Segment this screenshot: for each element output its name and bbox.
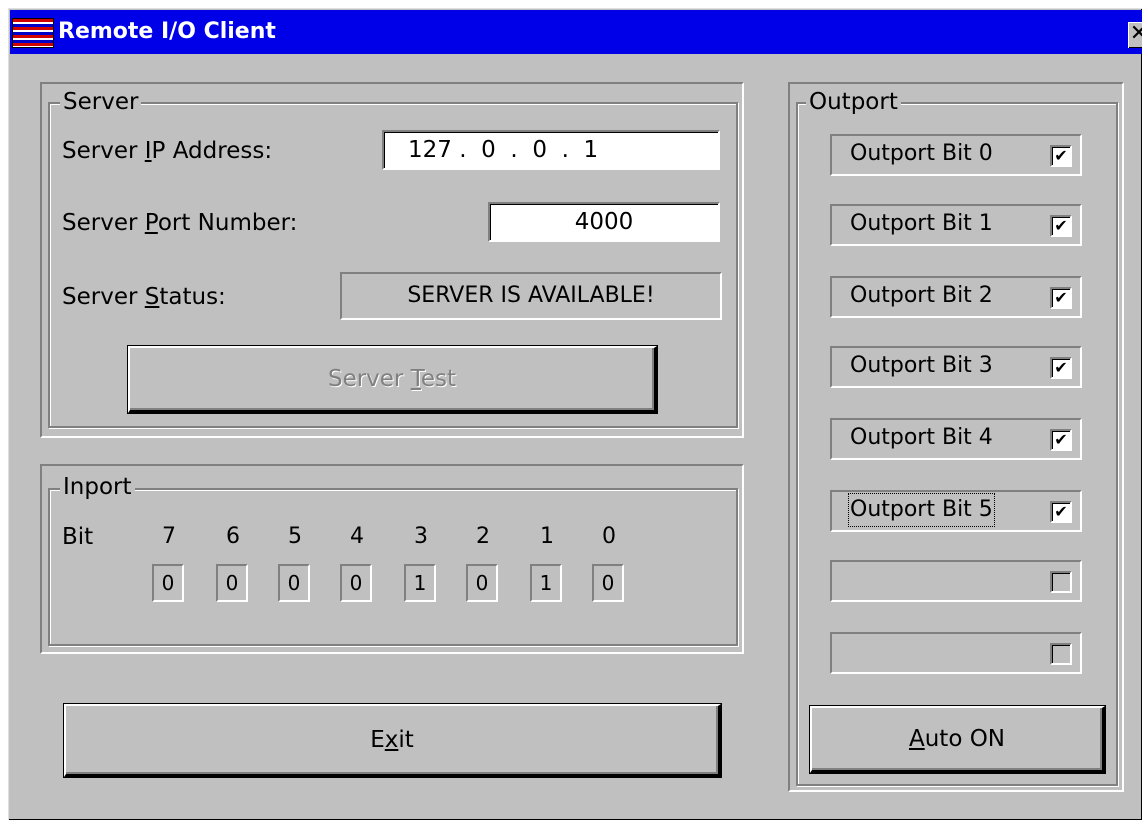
server-port-label: Server Port Number: [62,210,298,236]
server-test-label: Server Test [327,366,457,392]
checkbox-checked-icon[interactable]: ✔ [1050,215,1072,237]
inport-bit-number: 7 [162,524,176,549]
server-status-label: Server Status: [62,284,226,310]
outport-bit-7-row[interactable] [830,632,1082,674]
inport-bit-value: 0 [216,564,248,602]
inport-bit-value: 0 [592,564,624,602]
checkbox-checked-icon[interactable]: ✔ [1050,429,1072,451]
inport-bit-label: Bit [62,524,94,550]
inport-bit-number: 3 [414,524,428,549]
inport-bit-value: 0 [466,564,498,602]
outport-legend: Outport [806,89,901,115]
inport-bit-value: 0 [340,564,372,602]
close-icon[interactable]: ✕ [1128,22,1142,48]
window-title: Remote I/O Client [58,19,276,44]
checkbox-checked-icon[interactable]: ✔ [1050,357,1072,379]
checkbox-unchecked-icon[interactable] [1050,643,1072,665]
inport-bit-number: 6 [226,524,240,549]
server-status-field: SERVER IS AVAILABLE! [340,272,722,320]
inport-bit-number: 1 [540,524,554,549]
outport-bit-label: Outport Bit 0 [850,141,993,166]
outport-bit-3-row[interactable]: Outport Bit 3 ✔ [830,346,1082,388]
title-bar[interactable]: Remote I/O Client ✕ [10,10,1142,54]
outport-bit-label: Outport Bit 5 [848,493,995,527]
outport-bit-5-row[interactable]: Outport Bit 5 ✔ [830,490,1082,532]
server-ip-value: 127 . 0 . 0 . 1 [408,137,599,163]
app-menu-icon[interactable] [12,18,54,48]
server-test-button[interactable]: Server Test [128,346,657,413]
auto-on-button[interactable]: Auto ON [810,706,1105,773]
outport-bit-6-row[interactable] [830,560,1082,602]
server-ip-field[interactable]: 127 . 0 . 0 . 1 [382,130,720,170]
exit-button[interactable]: Exit [64,704,721,777]
server-port-field[interactable]: 4000 [488,202,720,242]
server-legend: Server [60,89,142,115]
inport-bit-value: 1 [530,564,562,602]
inport-bit-value: 1 [404,564,436,602]
server-status-value: SERVER IS AVAILABLE! [407,283,655,308]
outport-bit-4-row[interactable]: Outport Bit 4 ✔ [830,418,1082,460]
checkbox-checked-icon[interactable]: ✔ [1050,145,1072,167]
outport-bit-label: Outport Bit 4 [850,425,993,450]
inport-bit-number: 4 [350,524,364,549]
server-ip-label: Server IP Address: [62,138,273,164]
outport-bit-1-row[interactable]: Outport Bit 1 ✔ [830,204,1082,246]
checkbox-unchecked-icon[interactable] [1050,571,1072,593]
inport-bit-number: 5 [288,524,302,549]
inport-bit-number: 0 [602,524,616,549]
auto-on-label: Auto ON [908,726,1006,752]
outport-bit-label: Outport Bit 3 [850,353,993,378]
inport-bit-value: 0 [278,564,310,602]
outport-bit-0-row[interactable]: Outport Bit 0 ✔ [830,134,1082,176]
checkbox-checked-icon[interactable]: ✔ [1050,501,1072,523]
server-port-value: 4000 [574,209,634,235]
inport-legend: Inport [60,474,135,500]
checkbox-checked-icon[interactable]: ✔ [1050,287,1072,309]
inport-bit-value: 0 [152,564,184,602]
outport-bit-2-row[interactable]: Outport Bit 2 ✔ [830,276,1082,318]
inport-bit-number: 2 [476,524,490,549]
outport-bit-label: Outport Bit 2 [850,283,993,308]
exit-label: Exit [370,727,414,753]
outport-bit-label: Outport Bit 1 [850,211,993,236]
